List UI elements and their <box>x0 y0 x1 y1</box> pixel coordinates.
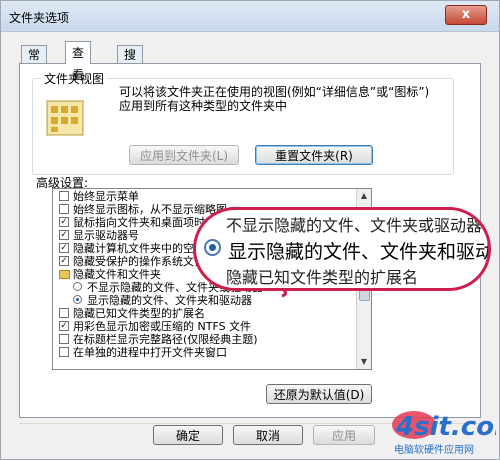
watermark-caption: 电脑软硬件应用网 <box>394 443 474 456</box>
site-watermark: 4sit.com 电脑软硬件应用网 <box>392 411 496 456</box>
magnifier-callout: 不显示隐藏的文件、文件夹或驱动器 显示隐藏的文件、文件夹和驱动器 隐藏已知文件类… <box>193 207 491 291</box>
magnified-option-show: 显示隐藏的文件、文件夹和驱动器 <box>228 241 491 263</box>
watermark-logo: 4sit.com <box>395 412 496 442</box>
tab-view[interactable]: 查看 <box>65 41 92 82</box>
magnified-option-hide: 不显示隐藏的文件、文件夹或驱动器 <box>226 216 483 235</box>
magnified-option-extensions: 隐藏已知文件类型的扩展名 <box>226 268 419 287</box>
magnified-radio-selected <box>204 239 221 256</box>
